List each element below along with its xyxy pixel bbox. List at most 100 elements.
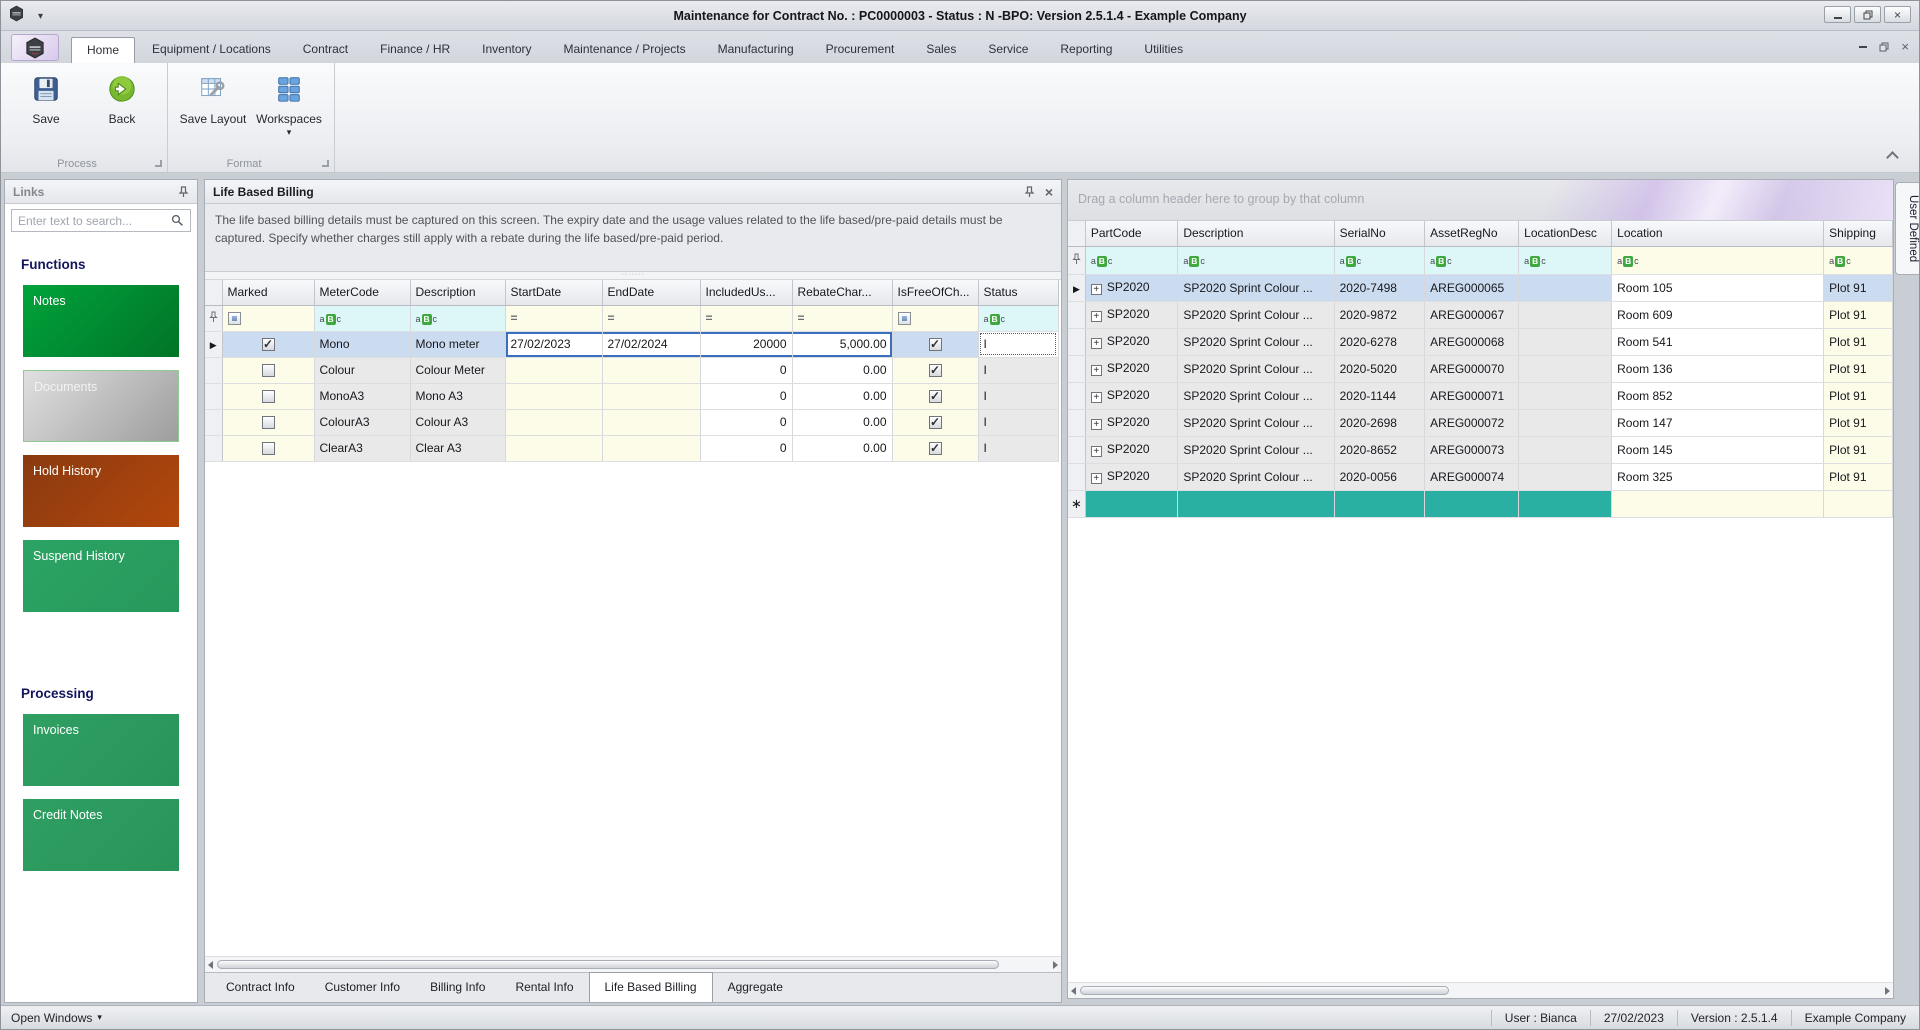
cell-assetregno[interactable]: AREG000070 bbox=[1425, 355, 1519, 382]
column-header-rebatechar[interactable]: RebateChar... bbox=[792, 280, 892, 305]
cell-location[interactable]: Room 541 bbox=[1612, 328, 1824, 355]
cell-partcode[interactable]: +SP2020 bbox=[1085, 382, 1178, 409]
filter-cell-assetregno[interactable]: aBc bbox=[1425, 246, 1519, 274]
new-row-cell-serialno[interactable] bbox=[1334, 490, 1425, 517]
checkbox-unchecked[interactable] bbox=[262, 364, 275, 377]
cell-description[interactable]: SP2020 Sprint Colour ... bbox=[1178, 463, 1334, 490]
cell-isfreeofch[interactable]: ✓ bbox=[892, 383, 978, 409]
cell-locationdesc[interactable] bbox=[1519, 301, 1612, 328]
horizontal-scrollbar[interactable] bbox=[1068, 982, 1893, 998]
new-row-cell-locationdesc[interactable] bbox=[1519, 490, 1612, 517]
cell-rebatechar[interactable]: 0.00 bbox=[792, 409, 892, 435]
cell-description[interactable]: SP2020 Sprint Colour ... bbox=[1178, 355, 1334, 382]
tab-billing-info[interactable]: Billing Info bbox=[415, 973, 500, 1002]
cell-includedus[interactable]: 20000 bbox=[700, 331, 792, 357]
cell-partcode[interactable]: +SP2020 bbox=[1085, 436, 1178, 463]
table-row[interactable]: +SP2020SP2020 Sprint Colour ...2020-2698… bbox=[1068, 409, 1893, 436]
cell-metercode[interactable]: Mono bbox=[314, 331, 410, 357]
restore-icon[interactable] bbox=[1879, 42, 1889, 52]
filter-cell-shipping[interactable]: aBc bbox=[1824, 246, 1893, 274]
cell-isfreeofch[interactable]: ✓ bbox=[892, 357, 978, 383]
text-filter-icon[interactable]: aBc bbox=[1183, 256, 1205, 267]
table-row[interactable]: ColourColour Meter00.00✓I bbox=[205, 357, 1058, 383]
cell-assetregno[interactable]: AREG000073 bbox=[1425, 436, 1519, 463]
column-header-isfreeofch[interactable]: IsFreeOfCh... bbox=[892, 280, 978, 305]
equals-filter-icon[interactable]: = bbox=[706, 311, 713, 325]
checkbox-unchecked[interactable] bbox=[262, 416, 275, 429]
cell-locationdesc[interactable] bbox=[1519, 328, 1612, 355]
expand-row-icon[interactable]: + bbox=[1091, 473, 1102, 484]
ribbon-tab-reporting[interactable]: Reporting bbox=[1045, 37, 1127, 63]
link-button-documents[interactable]: Documents bbox=[23, 370, 179, 442]
save-button[interactable]: Save bbox=[11, 69, 81, 126]
cell-rebatechar[interactable]: 5,000.00 bbox=[792, 331, 892, 357]
expand-row-icon[interactable]: + bbox=[1091, 338, 1102, 349]
text-filter-icon[interactable]: aBc bbox=[984, 314, 1006, 325]
cell-startdate[interactable] bbox=[505, 409, 602, 435]
text-filter-icon[interactable]: aBc bbox=[1524, 256, 1546, 267]
filter-cell-description[interactable]: aBc bbox=[1178, 246, 1334, 274]
cell-isfreeofch[interactable]: ✓ bbox=[892, 409, 978, 435]
cell-description[interactable]: SP2020 Sprint Colour ... bbox=[1178, 301, 1334, 328]
scroll-right-icon[interactable] bbox=[1885, 987, 1890, 995]
table-row[interactable]: ▶✓MonoMono meter27/02/202327/02/20242000… bbox=[205, 331, 1058, 357]
cell-shipping[interactable]: Plot 91 bbox=[1824, 382, 1893, 409]
filter-cell-includedus[interactable]: = bbox=[700, 305, 792, 331]
cell-partcode[interactable]: +SP2020 bbox=[1085, 301, 1178, 328]
filter-cell-isfreeofch[interactable] bbox=[892, 305, 978, 331]
column-header-locationdesc[interactable]: LocationDesc bbox=[1519, 221, 1612, 246]
expand-row-icon[interactable]: + bbox=[1091, 419, 1102, 430]
expand-row-icon[interactable]: + bbox=[1091, 446, 1102, 457]
column-header-description[interactable]: Description bbox=[1178, 221, 1334, 246]
cell-serialno[interactable]: 2020-8652 bbox=[1334, 436, 1425, 463]
cell-includedus[interactable]: 0 bbox=[700, 383, 792, 409]
cell-shipping[interactable]: Plot 91 bbox=[1824, 328, 1893, 355]
scroll-left-icon[interactable] bbox=[1071, 987, 1076, 995]
cell-marked[interactable] bbox=[222, 357, 314, 383]
ribbon-tab-procurement[interactable]: Procurement bbox=[811, 37, 910, 63]
scrollbar-thumb[interactable] bbox=[217, 960, 999, 969]
cell-description[interactable]: Mono A3 bbox=[410, 383, 505, 409]
cell-status[interactable]: I bbox=[978, 409, 1058, 435]
group-by-bar[interactable]: Drag a column header here to group by th… bbox=[1068, 180, 1893, 221]
equals-filter-icon[interactable]: = bbox=[608, 311, 615, 325]
expand-row-icon[interactable]: + bbox=[1091, 284, 1102, 295]
table-row[interactable]: +SP2020SP2020 Sprint Colour ...2020-8652… bbox=[1068, 436, 1893, 463]
open-windows-button[interactable]: Open Windows ▾ bbox=[1, 1011, 102, 1025]
filter-cell-partcode[interactable]: aBc bbox=[1085, 246, 1178, 274]
cell-partcode[interactable]: +SP2020 bbox=[1085, 328, 1178, 355]
scroll-right-icon[interactable] bbox=[1053, 961, 1058, 969]
column-header-partcode[interactable]: PartCode bbox=[1085, 221, 1178, 246]
cell-assetregno[interactable]: AREG000065 bbox=[1425, 274, 1519, 301]
cell-serialno[interactable]: 2020-9872 bbox=[1334, 301, 1425, 328]
equals-filter-icon[interactable]: = bbox=[798, 311, 805, 325]
table-row[interactable]: MonoA3Mono A300.00✓I bbox=[205, 383, 1058, 409]
checkbox-checked[interactable]: ✓ bbox=[929, 442, 942, 455]
column-header-description[interactable]: Description bbox=[410, 280, 505, 305]
table-row[interactable]: ColourA3Colour A300.00✓I bbox=[205, 409, 1058, 435]
restore-button[interactable] bbox=[1854, 6, 1881, 23]
table-row[interactable]: ▶+SP2020SP2020 Sprint Colour ...2020-749… bbox=[1068, 274, 1893, 301]
filter-cell-serialno[interactable]: aBc bbox=[1334, 246, 1425, 274]
link-button-suspend-history[interactable]: Suspend History bbox=[23, 540, 179, 612]
cell-assetregno[interactable]: AREG000068 bbox=[1425, 328, 1519, 355]
table-row[interactable]: +SP2020SP2020 Sprint Colour ...2020-0056… bbox=[1068, 463, 1893, 490]
checkbox-checked[interactable]: ✓ bbox=[929, 338, 942, 351]
cell-rebatechar[interactable]: 0.00 bbox=[792, 435, 892, 461]
column-header-includedus[interactable]: IncludedUs... bbox=[700, 280, 792, 305]
tab-contract-info[interactable]: Contract Info bbox=[211, 973, 310, 1002]
cell-location[interactable]: Room 145 bbox=[1612, 436, 1824, 463]
text-filter-icon[interactable]: aBc bbox=[1091, 256, 1113, 267]
cell-serialno[interactable]: 2020-6278 bbox=[1334, 328, 1425, 355]
cell-shipping[interactable]: Plot 91 bbox=[1824, 436, 1893, 463]
cell-locationdesc[interactable] bbox=[1519, 355, 1612, 382]
column-header-assetregno[interactable]: AssetRegNo bbox=[1425, 221, 1519, 246]
cell-shipping[interactable]: Plot 91 bbox=[1824, 355, 1893, 382]
cell-locationdesc[interactable] bbox=[1519, 463, 1612, 490]
minimize-icon[interactable] bbox=[1859, 46, 1867, 48]
checkbox-checked[interactable]: ✓ bbox=[262, 338, 275, 351]
dialog-launcher-icon[interactable] bbox=[322, 160, 329, 167]
cell-partcode[interactable]: +SP2020 bbox=[1085, 274, 1178, 301]
ribbon-tab-utilities[interactable]: Utilities bbox=[1129, 37, 1198, 63]
column-header-status[interactable]: Status bbox=[978, 280, 1058, 305]
